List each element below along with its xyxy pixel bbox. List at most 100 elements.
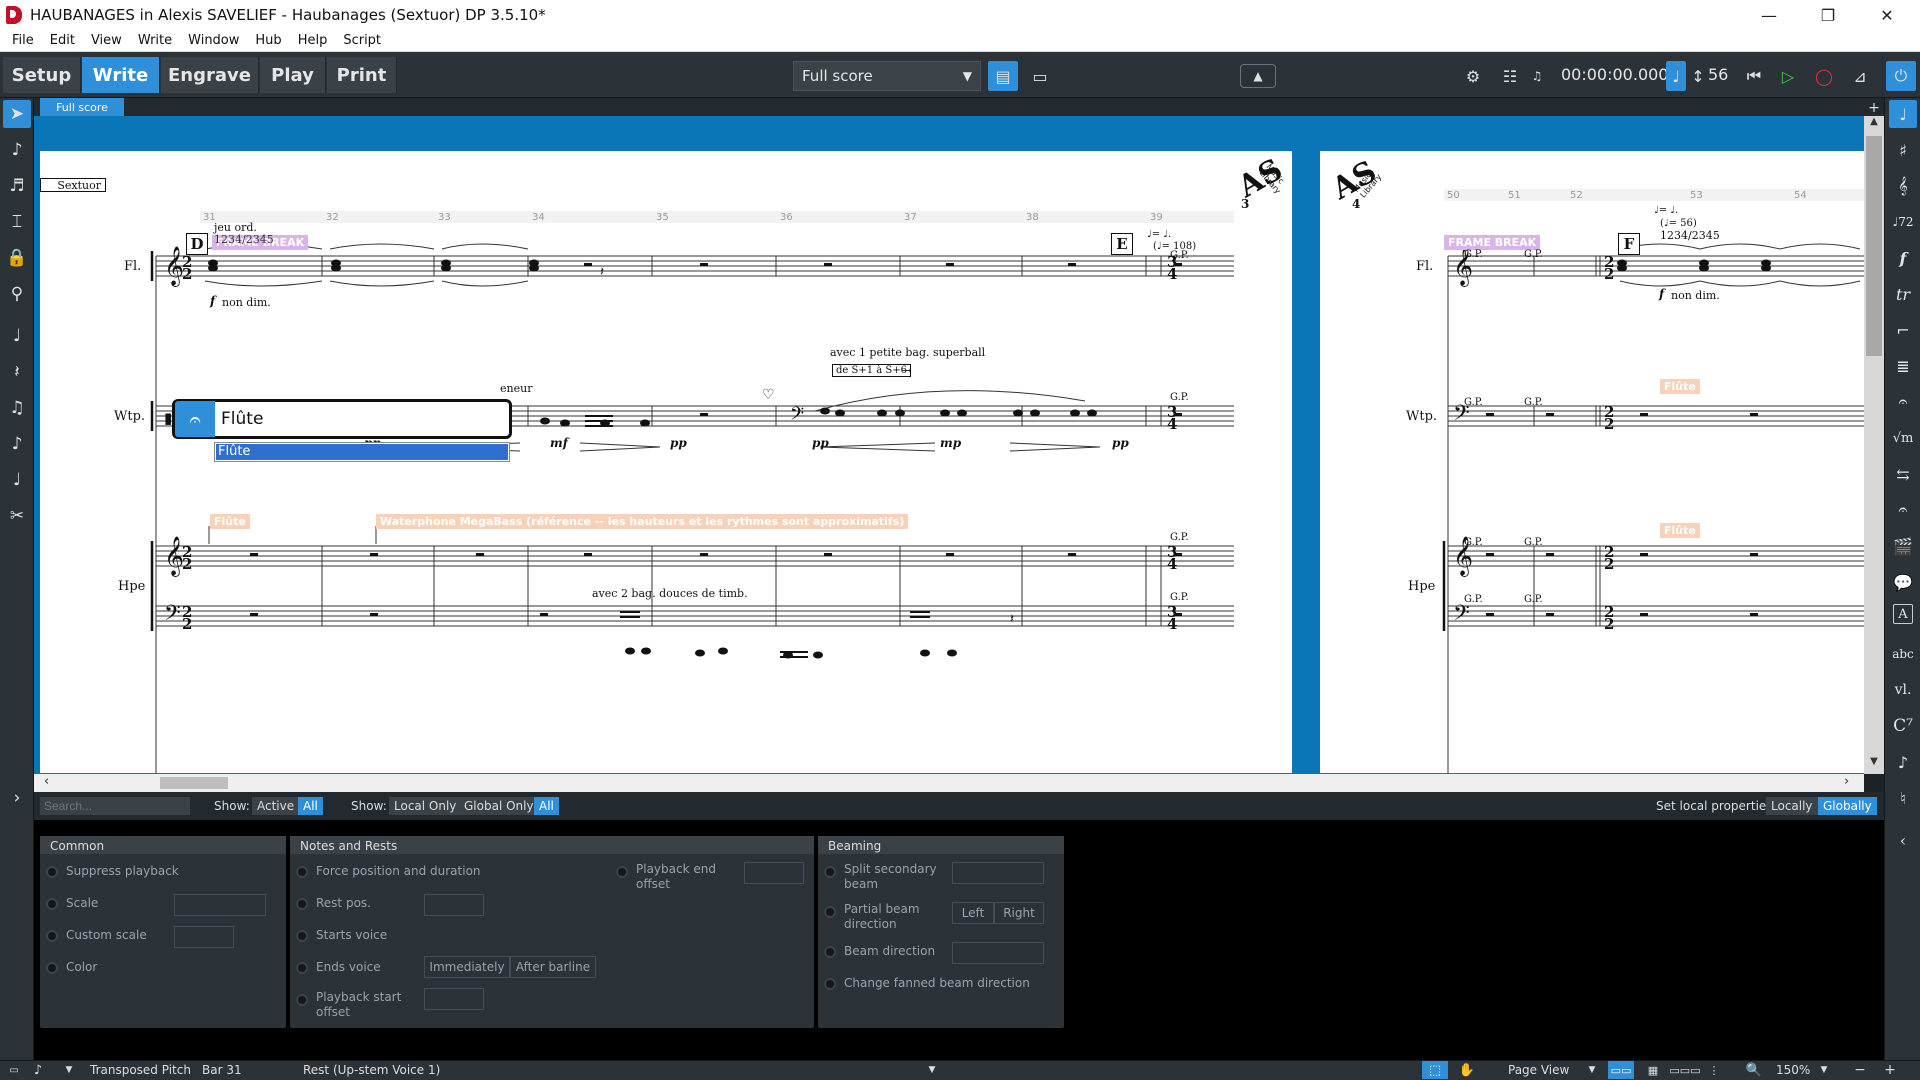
popover-input[interactable] xyxy=(215,404,505,434)
scroll-up-icon[interactable]: ▲ xyxy=(1866,116,1882,134)
menu-script[interactable]: Script xyxy=(335,33,389,48)
selection-tool-icon[interactable]: ⬚ xyxy=(1422,1061,1448,1079)
note-value-icon[interactable]: ♪ xyxy=(28,1061,48,1079)
popover-suggestion-item[interactable]: Flûte xyxy=(216,444,508,460)
lock-duration-icon[interactable]: 🔒 xyxy=(3,244,31,272)
ends-voice-after-barline-button[interactable]: After barline xyxy=(510,956,596,978)
play-icon[interactable]: ▷ xyxy=(1773,61,1803,91)
frame-break-signpost[interactable]: FRAME BREAK xyxy=(1444,235,1541,250)
score-page-3[interactable]: 𝄞 2 2 ▮▮ 2 2 𝄞 2 2 𝄢 2 2 𝄢 3 4 3 4 3 4 3 xyxy=(40,151,1292,773)
menu-help[interactable]: Help xyxy=(290,33,336,48)
set-globally-button[interactable]: Globally xyxy=(1818,797,1877,815)
frame-label[interactable]: Sextuor xyxy=(40,178,106,192)
grace-note-icon[interactable]: ♪ xyxy=(3,430,31,458)
lyrics-icon[interactable]: abc xyxy=(1889,640,1917,668)
tremolo-icon[interactable]: ≣ xyxy=(1889,352,1917,380)
menu-edit[interactable]: Edit xyxy=(42,33,83,48)
power-icon[interactable]: ⏻ xyxy=(1886,61,1916,91)
instrument-change-ear-icon[interactable]: 𝄐 xyxy=(1889,496,1917,524)
rehearsal-mark-d[interactable]: D xyxy=(186,233,208,255)
metric-modulation[interactable]: ♩= ♩. xyxy=(1147,229,1171,240)
menu-hub[interactable]: Hub xyxy=(247,33,289,48)
general-pause[interactable]: G.P. xyxy=(1524,537,1543,548)
notes-panel-icon[interactable]: ♩ xyxy=(1889,100,1917,128)
hide-toolbar-chevron-up-icon[interactable]: ▲ xyxy=(1240,64,1276,88)
property-toggle[interactable] xyxy=(46,898,58,910)
dynamic-mp[interactable]: mp xyxy=(940,436,961,450)
mode-setup-tab[interactable]: Setup xyxy=(3,57,81,93)
grid-view-icon[interactable]: ▦ xyxy=(1640,1061,1666,1079)
expand-panel-chevron-icon[interactable]: › xyxy=(3,784,31,812)
rehearsal-icon[interactable]: vl. xyxy=(1889,676,1917,704)
force-duration-icon[interactable]: ⚲ xyxy=(3,280,31,308)
show-active-button[interactable]: Active xyxy=(252,797,300,815)
mixer-faders-icon[interactable]: ☷ xyxy=(1495,61,1525,91)
waterphone-note-signpost[interactable]: Waterphone MegaBass (référence -- les ha… xyxy=(376,514,909,529)
general-pause[interactable]: G.P. xyxy=(1464,249,1483,260)
mixer-wheel-icon[interactable]: ⚙ xyxy=(1458,61,1488,91)
general-pause-wtp[interactable]: G.P. xyxy=(1170,392,1189,403)
property-toggle[interactable] xyxy=(46,866,58,878)
instrument-change-signpost[interactable]: Flûte xyxy=(1660,379,1700,394)
dynamic-f[interactable]: f xyxy=(1659,287,1664,301)
general-pause[interactable]: G.P. xyxy=(1524,397,1543,408)
rest-icon[interactable]: 𝄽 xyxy=(3,358,31,386)
zoom-level[interactable]: 150% xyxy=(1776,1063,1810,1077)
property-toggle[interactable] xyxy=(824,906,836,918)
property-toggle[interactable] xyxy=(824,978,836,990)
properties-search-input[interactable] xyxy=(40,797,190,815)
menu-write[interactable]: Write xyxy=(130,33,180,48)
dynamic-mf[interactable]: mf xyxy=(550,436,568,450)
dynamic-non-dim[interactable]: non dim. xyxy=(1671,289,1720,302)
menu-file[interactable]: File xyxy=(4,33,42,48)
scale-field[interactable] xyxy=(174,894,266,916)
maximize-button[interactable]: ❐ xyxy=(1805,0,1851,30)
rehearsal-mark-f[interactable]: F xyxy=(1618,233,1640,255)
fermata-icon[interactable]: 𝄐 xyxy=(1889,388,1917,416)
text-icon[interactable]: A xyxy=(1893,604,1913,624)
ornaments-icon[interactable]: tr xyxy=(1889,280,1917,308)
instrument-change-signpost[interactable]: Flûte xyxy=(210,514,250,529)
rest-pos-field[interactable] xyxy=(424,894,484,916)
show-all-button[interactable]: All xyxy=(298,797,323,815)
general-pause-harp-bass[interactable]: G.P. xyxy=(1170,592,1189,603)
spread-view-icon[interactable]: ▭▭ xyxy=(1608,1061,1634,1079)
technique-text-partial[interactable]: eneur xyxy=(500,382,532,395)
general-pause-flute[interactable]: G.P. xyxy=(1170,250,1189,261)
tab-full-score[interactable]: Full score xyxy=(40,98,124,116)
chevron-down-icon[interactable]: ▼ xyxy=(924,1061,940,1079)
fingering-icon[interactable]: ♮ xyxy=(1889,784,1917,812)
horizontal-scrollbar-thumb[interactable] xyxy=(160,777,228,789)
menu-view[interactable]: View xyxy=(83,33,130,48)
property-toggle[interactable] xyxy=(296,930,308,942)
rehearsal-mark-e[interactable]: E xyxy=(1111,233,1133,255)
repeat-icon[interactable]: ⌐ xyxy=(1889,316,1917,344)
scissors-icon[interactable]: ✂ xyxy=(3,502,31,530)
tempo-note-icon[interactable]: ♩ xyxy=(1666,61,1686,91)
playing-technique-icon[interactable]: √m xyxy=(1889,424,1917,452)
view-mode-icon[interactable]: ▭ xyxy=(1025,61,1055,91)
property-toggle[interactable] xyxy=(296,866,308,878)
tuplet-icon[interactable]: ♫ xyxy=(3,394,31,422)
chevron-down-icon[interactable]: ▼ xyxy=(1818,1061,1830,1079)
playback-start-offset-field[interactable] xyxy=(424,988,484,1010)
close-button[interactable]: ✕ xyxy=(1864,0,1910,30)
partial-beam-right-button[interactable]: Right xyxy=(994,902,1044,924)
comment-icon[interactable]: 💬 xyxy=(1889,568,1917,596)
zoom-icon[interactable]: 🔍 xyxy=(1744,1061,1764,1079)
key-signature-icon[interactable]: ♯ xyxy=(1889,136,1917,164)
property-toggle[interactable] xyxy=(46,930,58,942)
split-secondary-beam-field[interactable] xyxy=(952,862,1044,884)
fingering-text[interactable]: 1234/2345 xyxy=(214,233,274,246)
clef-icon[interactable]: 𝄞 xyxy=(1889,172,1917,200)
add-view-icon[interactable]: + xyxy=(1866,100,1882,116)
fingering-text[interactable]: 1234/2345 xyxy=(1660,229,1720,242)
property-toggle[interactable] xyxy=(824,866,836,878)
dynamic-pp[interactable]: pp xyxy=(812,436,829,450)
row-view-icon[interactable]: ▭▭▭ xyxy=(1669,1061,1700,1079)
chevron-down-icon[interactable]: ▼ xyxy=(62,1061,76,1079)
property-toggle[interactable] xyxy=(46,962,58,974)
string-range-box[interactable]: de S+1 à S+6 xyxy=(832,364,912,377)
show-local-only-button[interactable]: Local Only xyxy=(389,797,462,815)
scroll-right-icon[interactable]: › xyxy=(1844,774,1849,789)
